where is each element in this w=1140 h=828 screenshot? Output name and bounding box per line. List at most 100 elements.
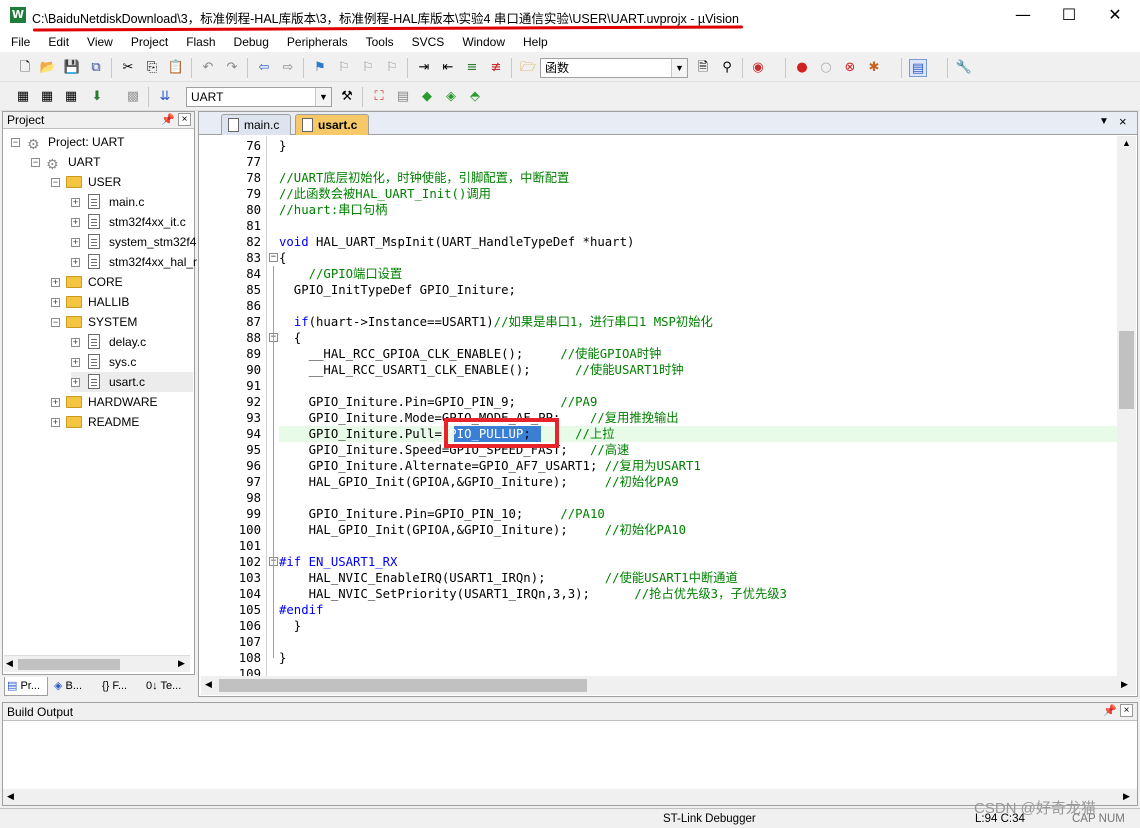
- manage-run-time-icon[interactable]: ◆: [418, 88, 436, 106]
- tab-project[interactable]: ▤ Pr...: [4, 677, 48, 696]
- find-combo[interactable]: 函数 ▼: [540, 58, 688, 78]
- tab-templates[interactable]: 0↓ Te...: [144, 677, 192, 696]
- scroll-up-icon[interactable]: ▲: [1122, 138, 1131, 148]
- tree-file-usart-c[interactable]: + usart.c: [71, 372, 193, 392]
- scroll-left-icon[interactable]: ◀: [7, 791, 14, 802]
- menu-help[interactable]: Help: [512, 32, 555, 52]
- debug-session-icon[interactable]: ◉: [749, 59, 767, 77]
- redo-icon[interactable]: ↷: [223, 59, 241, 77]
- tab-books[interactable]: ◈ B...: [52, 677, 96, 696]
- comment-icon[interactable]: ≡: [463, 59, 481, 77]
- software-packs-icon[interactable]: ⬘: [466, 88, 484, 106]
- menu-svcs[interactable]: SVCS: [401, 32, 452, 52]
- target-select[interactable]: UART ▼: [186, 87, 332, 107]
- expand-icon[interactable]: +: [71, 378, 80, 387]
- menu-window[interactable]: Window: [451, 32, 512, 52]
- translate-icon[interactable]: ▦: [14, 88, 32, 106]
- configure-icon[interactable]: ✱: [865, 59, 883, 77]
- clear-bookmarks-icon[interactable]: ⚐: [383, 59, 401, 77]
- scroll-right-icon[interactable]: ▶: [1123, 791, 1130, 802]
- expand-icon[interactable]: +: [71, 338, 80, 347]
- tab-main-c[interactable]: main.c: [221, 114, 291, 135]
- target-options-icon[interactable]: ⚒: [338, 88, 356, 106]
- find-in-files-icon[interactable]: 🗁: [519, 59, 537, 77]
- expand-icon[interactable]: +: [71, 198, 80, 207]
- manage-project-items-icon[interactable]: ⛶: [370, 88, 388, 106]
- tab-functions[interactable]: {} F...: [100, 677, 144, 696]
- copy-icon[interactable]: ⎘: [143, 59, 161, 77]
- bookmark-icon[interactable]: ⚑: [311, 59, 329, 77]
- kill-breakpoints-icon[interactable]: ⊗: [841, 59, 859, 77]
- maximize-button[interactable]: ☐: [1046, 0, 1092, 30]
- tools-wrench-icon[interactable]: 🔧: [955, 59, 973, 77]
- next-bookmark-icon[interactable]: ⚐: [359, 59, 377, 77]
- expand-icon[interactable]: +: [71, 218, 80, 227]
- editor-vertical-scrollbar[interactable]: ▲: [1117, 136, 1136, 676]
- paste-icon[interactable]: 📋: [167, 59, 185, 77]
- undo-icon[interactable]: ↶: [199, 59, 217, 77]
- expand-icon[interactable]: +: [51, 298, 60, 307]
- minimize-button[interactable]: —: [1000, 0, 1046, 30]
- unindent-icon[interactable]: ⇤: [439, 59, 457, 77]
- build-icon[interactable]: ▦: [38, 88, 56, 106]
- menu-debug[interactable]: Debug: [223, 32, 276, 52]
- scroll-right-icon[interactable]: ▶: [178, 658, 185, 669]
- save-all-icon[interactable]: ⧉: [87, 59, 105, 77]
- menu-flash[interactable]: Flash: [175, 32, 222, 52]
- pin-icon[interactable]: 📌: [161, 113, 175, 126]
- menu-peripherals[interactable]: Peripherals: [276, 32, 355, 52]
- find-icon[interactable]: 🗎: [694, 59, 712, 77]
- expand-icon[interactable]: +: [51, 418, 60, 427]
- collapse-icon[interactable]: −: [51, 178, 60, 187]
- scroll-left-icon[interactable]: ◀: [6, 658, 13, 669]
- menu-edit[interactable]: Edit: [37, 32, 76, 52]
- project-horizontal-scrollbar[interactable]: ◀ ▶: [4, 655, 190, 672]
- incremental-find-icon[interactable]: ⚲: [718, 59, 736, 77]
- close-editor-icon[interactable]: ×: [1119, 114, 1127, 129]
- menu-file[interactable]: File: [0, 32, 37, 52]
- scrollbar-thumb[interactable]: [18, 659, 120, 670]
- expand-icon[interactable]: +: [71, 238, 80, 247]
- collapse-icon[interactable]: −: [11, 138, 20, 147]
- expand-icon[interactable]: +: [71, 358, 80, 367]
- close-icon[interactable]: ×: [1120, 704, 1133, 717]
- disable-breakpoint-icon[interactable]: ○: [817, 59, 835, 77]
- uncomment-icon[interactable]: ≢: [487, 59, 505, 77]
- fold-collapse-icon[interactable]: −: [269, 253, 278, 262]
- build-output-horizontal-scrollbar[interactable]: ◀ ▶: [3, 789, 1137, 805]
- scroll-right-icon[interactable]: ▶: [1121, 679, 1128, 690]
- editor-horizontal-scrollbar[interactable]: ◀ ▶: [201, 676, 1136, 695]
- prev-bookmark-icon[interactable]: ⚐: [335, 59, 353, 77]
- expand-icon[interactable]: +: [71, 258, 80, 267]
- pin-icon[interactable]: 📌: [1103, 704, 1117, 717]
- expand-icon[interactable]: +: [51, 398, 60, 407]
- collapse-icon[interactable]: −: [31, 158, 40, 167]
- navigate-forward-icon[interactable]: ⇨: [279, 59, 297, 77]
- stop-build-icon[interactable]: ▩: [124, 88, 142, 106]
- open-folder-icon[interactable]: 📂: [39, 59, 57, 77]
- tab-usart-c[interactable]: usart.c: [295, 114, 369, 135]
- scroll-left-icon[interactable]: ◀: [205, 679, 212, 690]
- code-area[interactable]: 76} 77 78//UART底层初始化，时钟使能，引脚配置，中断配置 79//此函数…: [201, 136, 1117, 676]
- scrollbar-thumb[interactable]: [1119, 331, 1134, 409]
- close-icon[interactable]: ×: [178, 113, 191, 126]
- indent-icon[interactable]: ⇥: [415, 59, 433, 77]
- navigate-back-icon[interactable]: ⇦: [255, 59, 273, 77]
- save-icon[interactable]: 💾: [63, 59, 81, 77]
- cut-icon[interactable]: ✂: [119, 59, 137, 77]
- tab-list-chevron-icon[interactable]: ▼: [1099, 116, 1109, 127]
- scrollbar-thumb[interactable]: [219, 679, 587, 692]
- expand-icon[interactable]: +: [51, 278, 60, 287]
- menu-view[interactable]: View: [76, 32, 120, 52]
- pack-installer-icon[interactable]: ◈: [442, 88, 460, 106]
- insert-breakpoint-icon[interactable]: ●: [793, 59, 811, 77]
- download-load-icon[interactable]: ⇊: [156, 88, 174, 106]
- chevron-down-icon[interactable]: ▼: [315, 88, 331, 106]
- window-layout-icon[interactable]: ▤: [909, 59, 927, 77]
- menu-project[interactable]: Project: [120, 32, 175, 52]
- menu-tools[interactable]: Tools: [355, 32, 401, 52]
- batch-build-icon[interactable]: ⬇: [88, 88, 106, 106]
- new-file-icon[interactable]: 🗋: [16, 59, 34, 77]
- chevron-down-icon[interactable]: ▼: [671, 59, 687, 77]
- rebuild-icon[interactable]: ▦: [62, 88, 80, 106]
